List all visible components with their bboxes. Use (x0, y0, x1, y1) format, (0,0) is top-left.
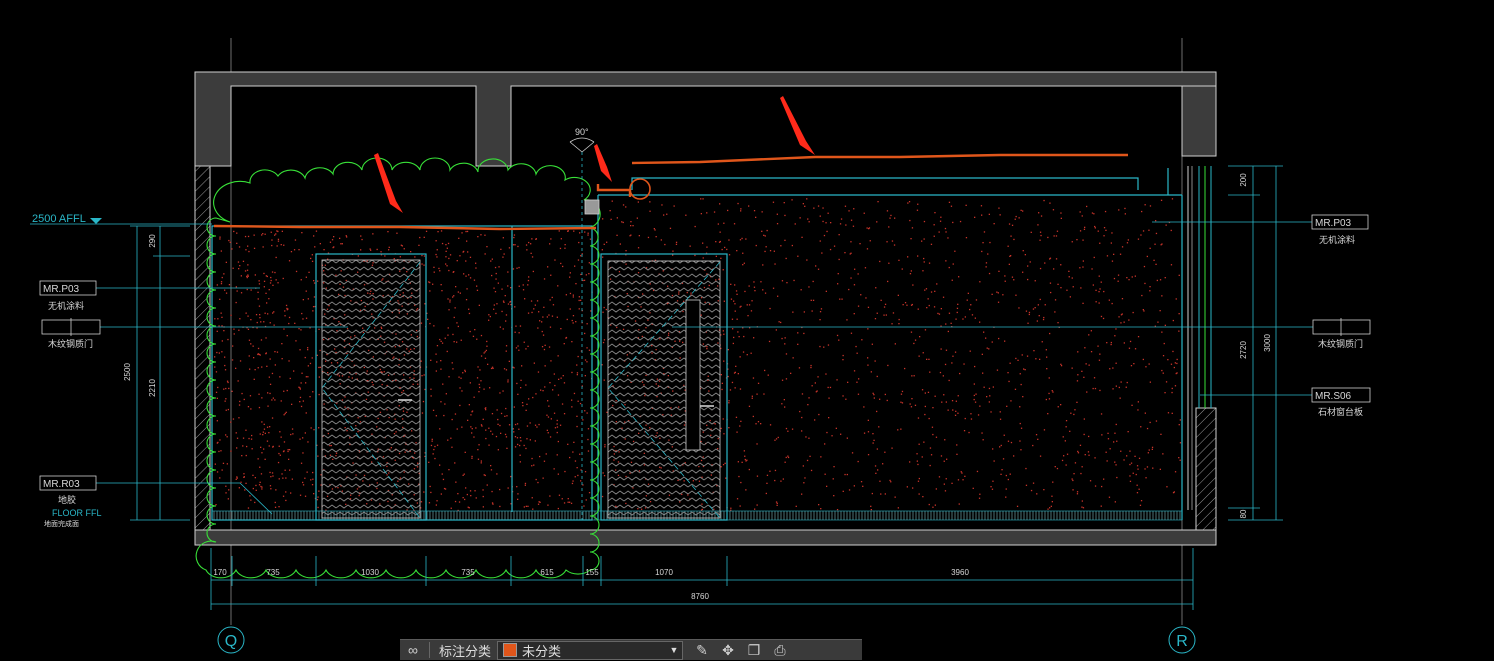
bottom-dim-labels: 170 735 1030 735 615 155 1070 3960 8760 (213, 568, 969, 601)
right-dim-bottom: 80 (1239, 509, 1248, 518)
category-selected-value: 未分类 (522, 643, 562, 659)
copy-icon[interactable]: ❐ (741, 640, 767, 661)
right-tag-3-code: MR.S06 (1315, 391, 1352, 402)
link-icon[interactable]: ∞ (400, 640, 426, 661)
right-tag-1-desc: 无机涂料 (1319, 234, 1355, 245)
bottom-dim-8: 3960 (951, 568, 969, 577)
right-dim-outer: 3000 (1263, 334, 1272, 352)
left-tag-1-desc: 无机涂料 (48, 300, 84, 311)
grid-label-left: Q (225, 633, 237, 650)
edit-icon[interactable]: ✎ (689, 640, 715, 661)
right-dim-top: 200 (1239, 173, 1248, 187)
bottom-dim-2: 735 (266, 568, 280, 577)
left-dim-top: 290 (148, 234, 157, 248)
right-dim-mid: 2720 (1239, 341, 1248, 359)
left-dim-outer: 2500 (123, 363, 132, 381)
bottom-dim-1: 170 (213, 568, 227, 577)
left-dimensions (130, 225, 190, 521)
right-leaders (672, 214, 1371, 403)
annotation-toolbar: ∞ 标注分类 未分类 ▼ ✎ ✥ ❐ ⎙ (400, 639, 862, 660)
grid-label-right: R (1176, 633, 1188, 650)
toolbar-divider (429, 642, 430, 658)
left-dim-mid: 2210 (148, 379, 157, 397)
toolbar-category-label: 标注分类 (439, 643, 492, 659)
right-dimensions (1228, 165, 1283, 521)
category-color-swatch (503, 643, 518, 657)
cad-drawing-canvas[interactable]: 90° 2500 AFFL 2500 290 2210 200 2720 80 … (0, 0, 1494, 660)
right-tag-3-desc: 石材窗台板 (1318, 406, 1363, 417)
bottom-dim-total: 8760 (691, 592, 709, 601)
bottom-dim-6: 155 (585, 568, 599, 577)
elevation-label: 2500 AFFL (32, 213, 86, 225)
door-right (600, 253, 728, 521)
print-icon[interactable]: ⎙ (767, 640, 793, 661)
bottom-dim-7: 1070 (655, 568, 673, 577)
move-icon[interactable]: ✥ (715, 640, 741, 661)
right-tag-1-code: MR.P03 (1315, 218, 1352, 229)
left-tag-3-extra1: FLOOR FFL (52, 508, 102, 518)
left-tag-2-desc: 木纹钢质门 (48, 338, 93, 349)
category-dropdown[interactable]: 未分类 ▼ (497, 640, 684, 660)
bottom-dim-5: 615 (540, 568, 554, 577)
left-tag-3-desc: 地胶 (58, 494, 76, 505)
left-tag-3-code: MR.R03 (43, 479, 80, 490)
left-leaders (39, 280, 348, 515)
left-tag-3-extra2: 地面完成面 (44, 519, 79, 528)
chevron-down-icon: ▼ (669, 645, 679, 655)
angle-label: 90° (575, 127, 589, 137)
bottom-dim-3: 1030 (361, 568, 379, 577)
door-left (315, 253, 427, 521)
right-tag-2-desc: 木纹钢质门 (1318, 338, 1363, 349)
ceiling-markup (213, 153, 1128, 231)
bottom-dim-4: 735 (461, 568, 475, 577)
left-tag-1-code: MR.P03 (43, 284, 80, 295)
